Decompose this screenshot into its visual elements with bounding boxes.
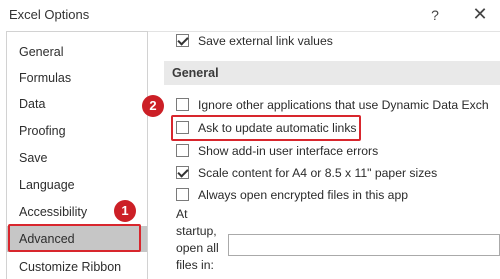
scale-content-checkbox[interactable]	[176, 166, 189, 179]
ignore-dde-label: Ignore other applications that use Dynam…	[198, 98, 489, 112]
ignore-dde-checkbox[interactable]	[176, 98, 189, 111]
open-encrypted-checkbox[interactable]	[176, 188, 189, 201]
step-badge-1: 1	[114, 200, 136, 222]
startup-folder-label: At startup, open all files in:	[176, 207, 219, 272]
advanced-highlight-box	[8, 224, 141, 252]
sidebar-item-customize-ribbon[interactable]: Customize Ribbon	[7, 254, 147, 279]
step-badge-2: 2	[142, 95, 164, 117]
window-title: Excel Options	[9, 7, 90, 22]
help-button[interactable]: ?	[424, 4, 446, 26]
startup-folder-input[interactable]	[228, 234, 500, 256]
scale-content-label: Scale content for A4 or 8.5 x 11" paper …	[198, 166, 438, 180]
advanced-options-panel: Save external link values General Ignore…	[148, 31, 500, 279]
sidebar-item-formulas[interactable]: Formulas	[7, 65, 147, 91]
sidebar-item-data[interactable]: Data	[7, 91, 147, 117]
sidebar-item-general[interactable]: General	[7, 39, 147, 65]
show-addin-errors-checkbox[interactable]	[176, 144, 189, 157]
open-encrypted-label: Always open encrypted files in this app	[198, 188, 409, 202]
show-addin-errors-label: Show add-in user interface errors	[198, 144, 379, 158]
save-external-link-values-label: Save external link values	[198, 34, 333, 48]
sidebar-item-save[interactable]: Save	[7, 145, 147, 171]
sidebar-item-language[interactable]: Language	[7, 172, 147, 198]
ask-update-highlight-box	[171, 115, 361, 141]
general-section-header: General	[164, 61, 500, 85]
sidebar-item-proofing[interactable]: Proofing	[7, 118, 147, 144]
save-external-link-values-checkbox[interactable]	[176, 34, 189, 47]
title-bar: Excel Options ? ✕	[0, 0, 500, 30]
close-button[interactable]: ✕	[468, 4, 492, 26]
